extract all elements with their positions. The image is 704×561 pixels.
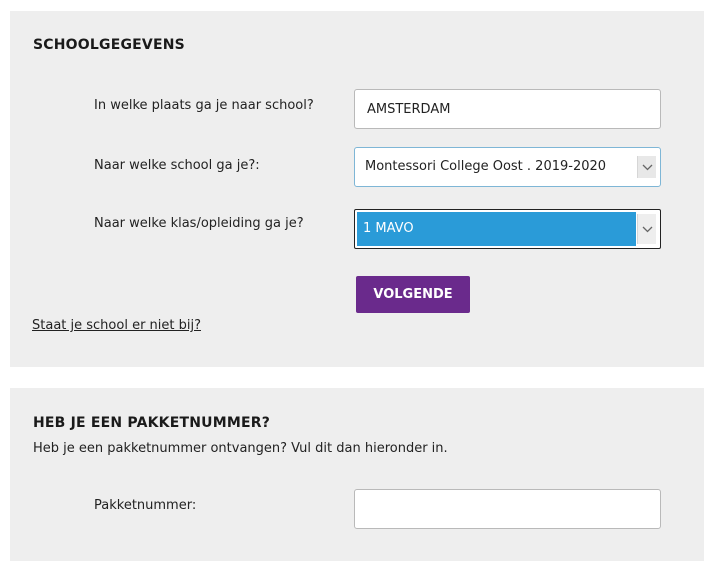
school-section-title: SCHOOLGEGEVENS xyxy=(33,37,185,53)
city-input[interactable] xyxy=(354,89,661,129)
class-select[interactable]: 1 MAVO xyxy=(354,209,661,249)
package-number-input[interactable] xyxy=(354,489,661,529)
next-button[interactable]: VOLGENDE xyxy=(356,276,470,313)
missing-school-link[interactable]: Staat je school er niet bij? xyxy=(32,318,201,333)
class-select-value: 1 MAVO xyxy=(363,221,414,236)
chevron-down-icon[interactable] xyxy=(637,156,656,178)
chevron-down-icon[interactable] xyxy=(637,214,656,244)
school-select[interactable]: Montessori College Oost . 2019-2020 xyxy=(354,147,661,187)
school-details-panel: SCHOOLGEGEVENS In welke plaats ga je naa… xyxy=(10,11,704,367)
package-section-title: HEB JE EEN PAKKETNUMMER? xyxy=(33,415,271,431)
package-number-panel: HEB JE EEN PAKKETNUMMER? Heb je een pakk… xyxy=(10,388,704,561)
package-number-label: Pakketnummer: xyxy=(94,498,197,513)
city-label: In welke plaats ga je naar school? xyxy=(94,98,314,113)
school-select-value: Montessori College Oost . 2019-2020 xyxy=(365,159,607,174)
school-label: Naar welke school ga je?: xyxy=(94,158,260,173)
package-description: Heb je een pakketnummer ontvangen? Vul d… xyxy=(33,441,448,456)
class-label: Naar welke klas/opleiding ga je? xyxy=(94,216,304,231)
